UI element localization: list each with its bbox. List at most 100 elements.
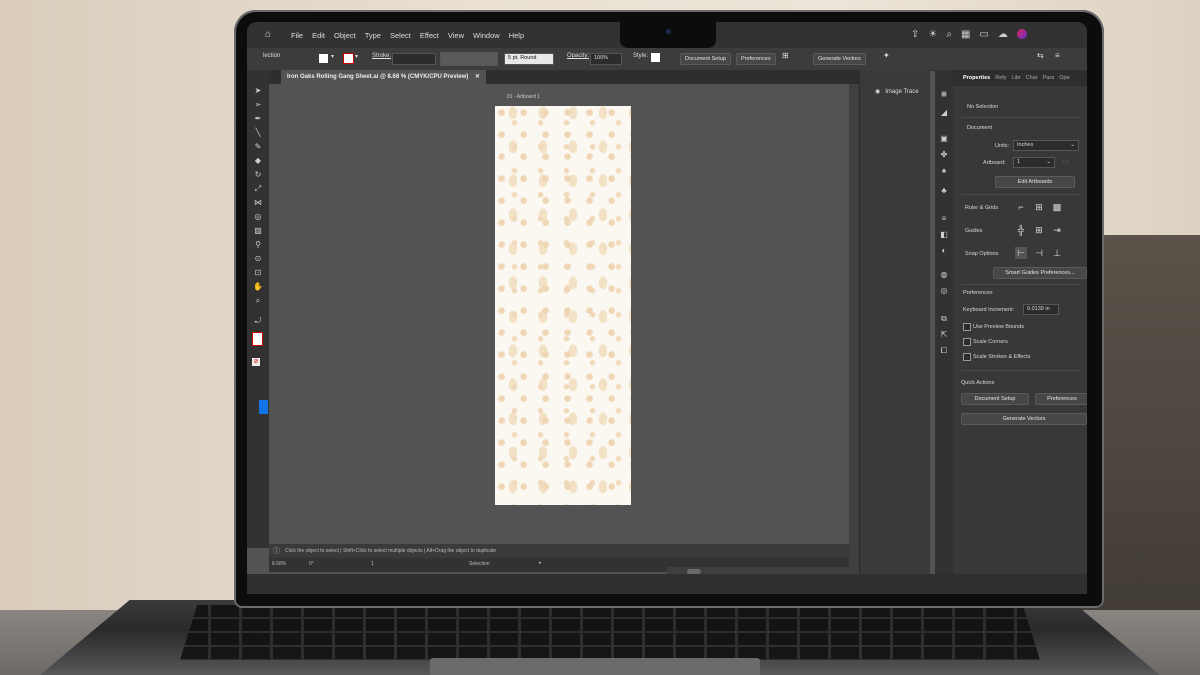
tab-opentype[interactable]: Ope xyxy=(1059,70,1069,86)
avatar[interactable] xyxy=(1016,29,1027,39)
swap-colors-icon[interactable]: ⤾ xyxy=(252,316,264,326)
preferences-button[interactable]: Preferences xyxy=(736,53,776,65)
smart-guides-preferences-button[interactable]: Smart Guides Preferences... xyxy=(993,267,1087,279)
variable-width-field[interactable] xyxy=(440,52,498,66)
symbols-icon[interactable]: ♠ xyxy=(939,166,949,176)
pathfinder-icon[interactable]: ⧠ xyxy=(939,346,949,356)
menu-icon[interactable]: ≡ xyxy=(1055,51,1060,60)
artboard[interactable] xyxy=(495,106,631,505)
recolor-icon[interactable]: ◎ xyxy=(939,286,949,296)
artboard-select[interactable]: 1 ⌄ xyxy=(1013,157,1055,168)
edit-artboards-button[interactable]: Edit Artboards xyxy=(995,176,1075,188)
play-icon[interactable]: ▸ xyxy=(539,560,542,566)
document-setup-button[interactable]: Document Setup xyxy=(680,53,731,65)
selection-tool-icon[interactable]: ➤ xyxy=(252,86,264,96)
appearance-icon[interactable]: ❋ xyxy=(939,90,949,100)
stroke-panel-icon[interactable]: ≡ xyxy=(939,214,949,224)
artboard-nav-field[interactable]: 1 xyxy=(371,561,374,567)
chevron-down-icon[interactable]: ▾ xyxy=(331,53,334,60)
transparency-grid-icon[interactable]: ▩ xyxy=(1051,201,1063,213)
export-icon[interactable]: ⇱ xyxy=(939,330,949,340)
tab-properties[interactable]: Properties xyxy=(963,70,990,86)
menu-window[interactable]: Window xyxy=(473,31,500,40)
menu-file[interactable]: File xyxy=(291,31,303,40)
style-swatch[interactable] xyxy=(651,53,660,62)
magic-wand-icon[interactable]: ✦ xyxy=(883,51,890,60)
align-icon[interactable]: ⊞ xyxy=(782,51,789,60)
rotation-field[interactable]: 0° xyxy=(309,561,314,567)
menu-select[interactable]: Select xyxy=(390,31,411,40)
transparency-icon[interactable]: ♣ xyxy=(939,186,949,196)
search-icon[interactable]: ⌕ xyxy=(946,29,952,40)
artboard-prev-next-icon[interactable]: ‹ › xyxy=(1063,159,1068,165)
zoom-tool-icon[interactable]: ⌕ xyxy=(252,296,264,306)
eraser-tool-icon[interactable]: ◆ xyxy=(252,156,264,166)
scale-corners-checkbox[interactable] xyxy=(963,338,971,346)
quick-generate-vectors-button[interactable]: Generate Vectors xyxy=(961,413,1087,425)
grid-icon[interactable]: ⊞ xyxy=(1033,201,1045,213)
document-tab[interactable]: Iron Oaks Rolling Gang Sheet.ai @ 8.68 %… xyxy=(281,70,486,84)
fill-swatch[interactable] xyxy=(319,54,328,63)
snap-to-point-icon[interactable]: ⊢ xyxy=(1015,247,1027,259)
line-tool-icon[interactable]: ╲ xyxy=(252,128,264,138)
smart-guides-icon[interactable]: ⇥ xyxy=(1051,224,1063,236)
stroke-label[interactable]: Stroke: xyxy=(372,53,391,59)
quick-preferences-button[interactable]: Preferences xyxy=(1035,393,1087,405)
opacity-field[interactable]: 100% xyxy=(590,53,622,65)
gradient-tool-icon[interactable]: ▨ xyxy=(252,226,264,236)
units-select[interactable]: Inches ⌄ xyxy=(1013,140,1079,151)
use-preview-bounds-checkbox[interactable] xyxy=(963,323,971,331)
brush-field[interactable]: 5 pt. Round xyxy=(504,53,554,65)
direct-selection-tool-icon[interactable]: ➢ xyxy=(252,100,264,110)
workspace-icon[interactable]: ▭ xyxy=(979,29,988,40)
width-tool-icon[interactable]: ⋈ xyxy=(252,198,264,208)
image-trace-panel-button[interactable]: ◉ Image Trace xyxy=(875,88,919,96)
image-icon[interactable]: ▣ xyxy=(939,134,949,144)
eyedropper-tool-icon[interactable]: ⚲ xyxy=(252,240,264,250)
stroke-weight-field[interactable] xyxy=(392,53,436,65)
artboard-tool-icon[interactable]: ⊡ xyxy=(252,268,264,278)
tab-paragraph[interactable]: Para xyxy=(1043,70,1055,86)
rotate-tool-icon[interactable]: ↻ xyxy=(252,170,264,180)
arrange-documents-icon[interactable]: ⇆ xyxy=(1037,51,1044,60)
menu-view[interactable]: View xyxy=(448,31,464,40)
show-guides-icon[interactable]: ╬ xyxy=(1015,224,1027,236)
share-icon[interactable]: ⇪ xyxy=(911,29,919,40)
hand-tool-icon[interactable]: ✋ xyxy=(252,282,264,292)
menu-type[interactable]: Type xyxy=(365,31,381,40)
none-color-icon[interactable]: ⊘ xyxy=(252,358,260,366)
snap-to-pixel-icon[interactable]: ⊥ xyxy=(1051,247,1063,259)
tab-character[interactable]: Char xyxy=(1026,70,1038,86)
blend-tool-icon[interactable]: ⊙ xyxy=(252,254,264,264)
layers-icon[interactable]: ⧉ xyxy=(939,314,949,324)
vertical-scrollbar[interactable] xyxy=(849,84,859,584)
arrange-icon[interactable]: ▦ xyxy=(961,29,970,40)
opacity-label[interactable]: Opacity: xyxy=(567,53,589,59)
menu-edit[interactable]: Edit xyxy=(312,31,325,40)
menu-effect[interactable]: Effect xyxy=(420,31,439,40)
lightbulb-icon[interactable]: ☀ xyxy=(928,29,937,40)
close-icon[interactable]: ✕ xyxy=(475,74,480,80)
zoom-field[interactable]: 8.68% xyxy=(272,561,286,567)
fill-stroke-swatch[interactable] xyxy=(252,332,263,346)
brushes-icon[interactable]: ✤ xyxy=(939,150,949,160)
ruler-icon[interactable]: ⌐ xyxy=(1015,201,1027,213)
keyboard-increment-field[interactable]: 0.0139 in xyxy=(1023,304,1059,315)
chevron-down-icon[interactable]: ▾ xyxy=(355,53,358,60)
tab-refy[interactable]: Refy xyxy=(995,70,1006,86)
color-icon[interactable]: ◐ xyxy=(939,246,949,256)
home-icon[interactable]: ⌂ xyxy=(265,29,271,40)
pen-tool-icon[interactable]: ✒ xyxy=(252,114,264,124)
scale-strokes-checkbox[interactable] xyxy=(963,353,971,361)
stroke-swatch[interactable] xyxy=(343,53,354,64)
snap-to-grid-icon[interactable]: ⊣ xyxy=(1033,247,1045,259)
scale-tool-icon[interactable]: ⤢ xyxy=(252,184,264,194)
color-guide-icon[interactable]: ◍ xyxy=(939,270,949,280)
generate-vectors-button[interactable]: Generate Vectors xyxy=(813,53,866,65)
menu-object[interactable]: Object xyxy=(334,31,356,40)
swatches-icon[interactable]: ◧ xyxy=(939,230,949,240)
pencil-tool-icon[interactable]: ✎ xyxy=(252,142,264,152)
quick-document-setup-button[interactable]: Document Setup xyxy=(961,393,1029,405)
menu-help[interactable]: Help xyxy=(509,31,524,40)
cloud-icon[interactable]: ☁ xyxy=(998,29,1008,40)
